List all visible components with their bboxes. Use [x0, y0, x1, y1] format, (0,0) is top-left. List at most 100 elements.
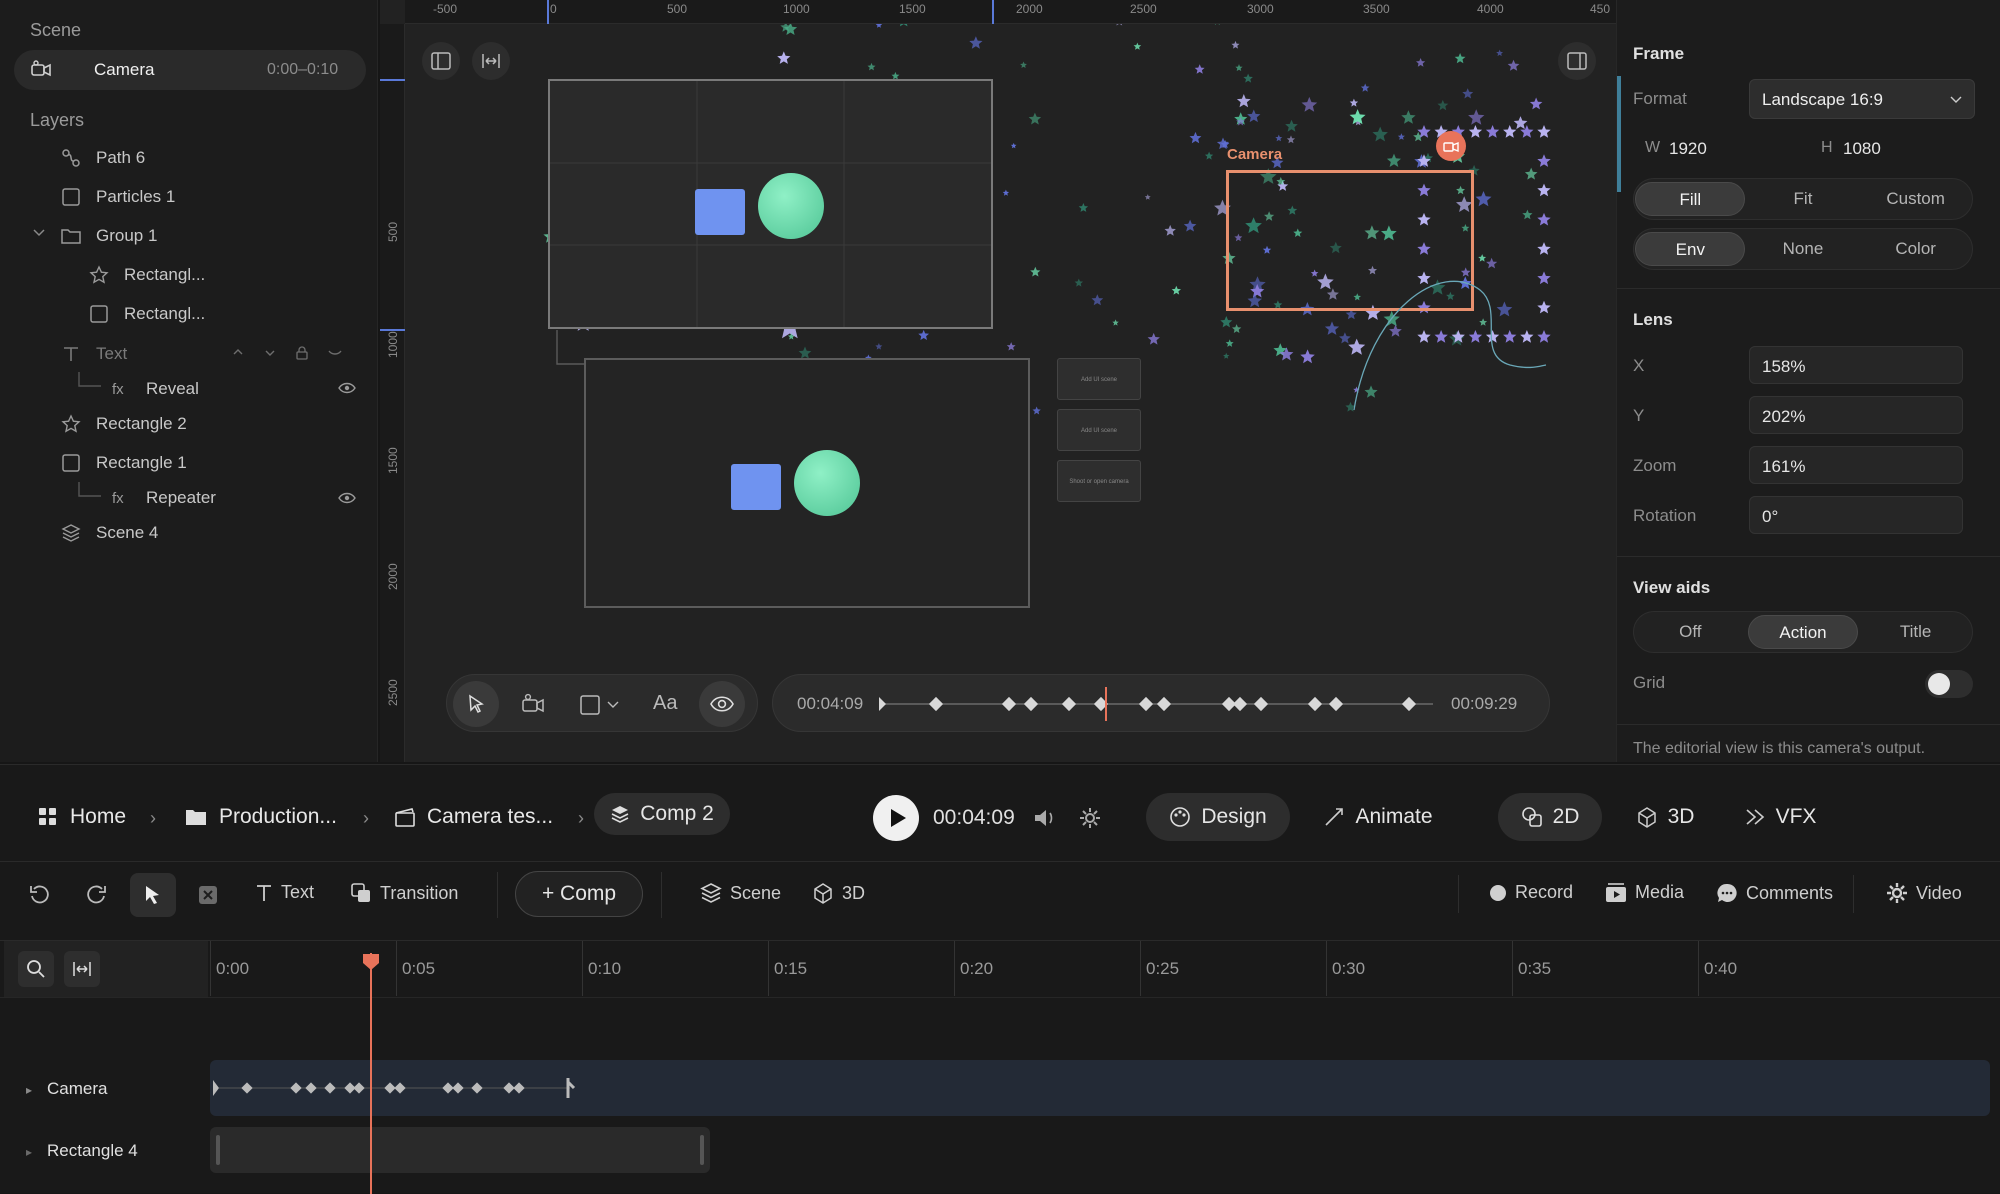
layer-group-1[interactable]: Group 1 [60, 221, 157, 251]
eye-icon[interactable] [338, 382, 356, 394]
crop-tool-icon[interactable] [196, 883, 220, 907]
select-tool-button[interactable] [453, 681, 499, 727]
undo-icon[interactable] [28, 883, 52, 907]
add-comp-button[interactable]: + Comp [515, 871, 643, 917]
layer-particles-1[interactable]: Particles 1 [60, 182, 175, 212]
layer-scene-4[interactable]: Scene 4 [60, 518, 158, 548]
star-particle [1401, 110, 1416, 124]
fit-width-button[interactable] [472, 42, 510, 80]
trim-handle-left[interactable] [216, 1135, 220, 1165]
eye-icon[interactable] [338, 492, 356, 504]
scene-camera-row[interactable]: Camera 0:00–0:10 [14, 50, 366, 90]
breadcrumb-home[interactable]: Home [38, 805, 126, 829]
scene-frame-1[interactable] [548, 79, 993, 329]
text-tool-icon[interactable]: Aa [653, 692, 677, 715]
toggle-right-panel-button[interactable] [1558, 42, 1596, 80]
scene-tool-button[interactable]: Scene [700, 882, 781, 904]
breadcrumb-production[interactable]: Production... [185, 805, 337, 829]
rectangle-tool-icon[interactable] [579, 694, 601, 716]
camera-rig-handle[interactable] [1436, 131, 1466, 161]
layer-rectangle-1[interactable]: Rectangle 1 [60, 448, 187, 478]
text-tool-button[interactable]: Text [255, 882, 314, 903]
fit-option-fit[interactable]: Fit [1748, 182, 1858, 216]
settings-gear-icon[interactable] [1078, 806, 1102, 830]
2d-mode-button[interactable]: 2D [1498, 793, 1602, 841]
animate-mode-button[interactable]: Animate [1306, 793, 1450, 841]
fit-option-fill[interactable]: Fill [1635, 182, 1746, 216]
star-particle [1235, 64, 1243, 71]
scene-frame-2[interactable] [584, 358, 1030, 608]
timeline-playhead[interactable] [370, 953, 372, 1194]
layer-text[interactable]: Text [60, 339, 127, 369]
lens-x-field[interactable]: 158% [1749, 346, 1963, 384]
breadcrumb-comp-2[interactable]: Comp 2 [594, 793, 730, 835]
star-particle [1301, 96, 1318, 112]
video-settings-button[interactable]: Video [1886, 882, 1962, 904]
expand-triangle-icon[interactable]: ▸ [26, 1145, 32, 1159]
view-option-action[interactable]: Action [1747, 615, 1858, 649]
select-tool-button[interactable] [130, 873, 176, 917]
timeline-fit-button[interactable] [64, 951, 100, 987]
playhead-handle[interactable] [362, 953, 380, 971]
canvas-scrubber[interactable]: 00:04:09 00:09:29 [772, 674, 1550, 732]
lock-icon[interactable] [296, 346, 308, 360]
breadcrumb-camera-test[interactable]: Camera tes... [395, 805, 553, 829]
redo-icon[interactable] [84, 883, 108, 907]
inspector-scrollbar[interactable] [1617, 76, 1621, 192]
blue-square-shape[interactable] [695, 189, 745, 235]
3d-tool-button[interactable]: 3D [812, 882, 865, 904]
scene-thumbnail-2[interactable]: Add UI scene [1057, 409, 1141, 451]
scene-thumbnail-3[interactable]: Shoot or open camera [1057, 460, 1141, 502]
rectangle-4-track-bar[interactable] [210, 1127, 710, 1173]
layer-path-6[interactable]: Path 6 [60, 143, 145, 173]
fit-option-custom[interactable]: Custom [1861, 182, 1971, 216]
play-button[interactable] [873, 795, 919, 841]
mint-sphere-shape[interactable] [758, 173, 824, 239]
layer-rectangle-square[interactable]: Rectangl... [88, 299, 205, 329]
chevron-down-icon[interactable] [264, 349, 276, 357]
view-option-title[interactable]: Title [1861, 615, 1971, 649]
layer-rectangle-2[interactable]: Rectangle 2 [60, 409, 187, 439]
layer-repeater-effect[interactable]: fx Repeater [112, 483, 216, 513]
media-button[interactable]: Media [1605, 882, 1684, 903]
folder-icon [185, 808, 207, 826]
comments-button[interactable]: Comments [1716, 882, 1833, 904]
width-field[interactable]: 1920 [1669, 139, 1707, 159]
eye-closed-icon[interactable] [328, 349, 342, 357]
expand-triangle-icon[interactable]: ▸ [26, 1083, 32, 1097]
time-tick: 0:05 [402, 959, 436, 978]
grid-toggle[interactable] [1925, 670, 1973, 698]
bg-option-none[interactable]: None [1748, 232, 1858, 266]
layer-reveal-effect[interactable]: fx Reveal [112, 374, 199, 404]
camera-tool-icon[interactable] [521, 693, 545, 715]
chevron-up-icon[interactable] [232, 348, 244, 356]
preview-toggle-button[interactable] [699, 681, 745, 727]
record-button[interactable]: Record [1489, 882, 1573, 903]
zoom-field[interactable]: 161% [1749, 446, 1963, 484]
star-particle [1247, 109, 1261, 123]
chevron-down-icon[interactable] [32, 228, 46, 238]
blue-square-shape[interactable] [731, 464, 781, 510]
mint-sphere-shape[interactable] [794, 450, 860, 516]
vfx-mode-button[interactable]: VFX [1730, 793, 1830, 841]
height-field[interactable]: 1080 [1843, 139, 1881, 159]
timeline-ruler[interactable]: 0:00 0:05 0:10 0:15 0:20 0:25 0:30 0:35 … [210, 941, 2000, 997]
layer-rectangle-star[interactable]: Rectangl... [88, 260, 205, 290]
trim-handle-right[interactable] [700, 1135, 704, 1165]
toggle-left-panel-button[interactable] [422, 42, 460, 80]
camera-track-bar[interactable] [210, 1060, 1990, 1116]
timeline-search-button[interactable] [18, 951, 54, 987]
view-option-off[interactable]: Off [1635, 615, 1745, 649]
lens-y-field[interactable]: 202% [1749, 396, 1963, 434]
scene-thumbnail-1[interactable]: Add UI scene [1057, 358, 1141, 400]
3d-mode-button[interactable]: 3D [1620, 793, 1710, 841]
bg-option-color[interactable]: Color [1861, 232, 1971, 266]
format-select[interactable]: Landscape 16:9 [1749, 79, 1975, 119]
bg-option-env[interactable]: Env [1635, 232, 1746, 266]
design-mode-button[interactable]: Design [1146, 793, 1290, 841]
rotation-field[interactable]: 0° [1749, 496, 1963, 534]
layers-title: Layers [30, 110, 85, 130]
volume-icon[interactable] [1033, 807, 1057, 829]
transition-tool-button[interactable]: Transition [350, 882, 458, 904]
chevron-down-icon[interactable] [607, 701, 619, 709]
